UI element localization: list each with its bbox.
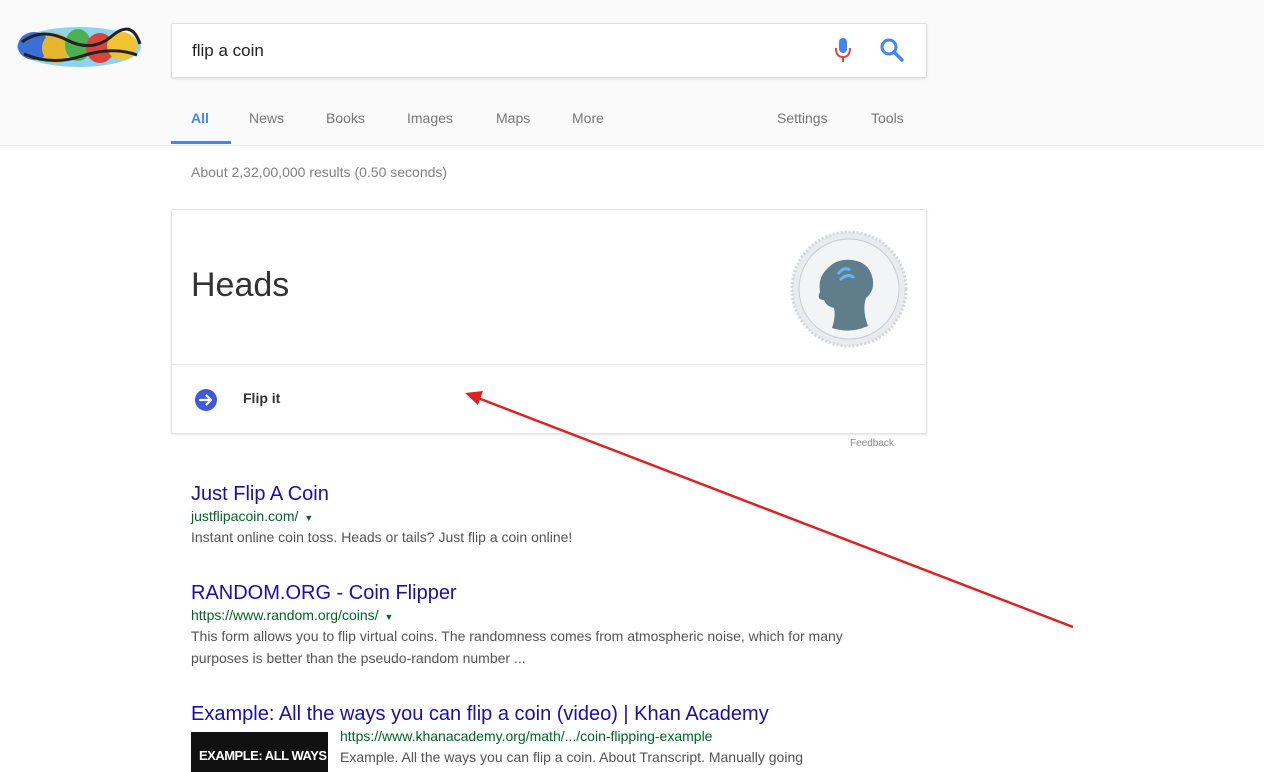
url-dropdown-icon[interactable]: ▼ [304,513,313,523]
coin-flip-card: Heads Flip it [171,209,927,434]
search-box[interactable] [171,23,927,78]
tab-books[interactable]: Books [326,110,365,126]
tab-settings[interactable]: Settings [777,110,828,126]
search-icon[interactable] [879,37,905,63]
tab-more[interactable]: More [572,110,604,126]
tab-maps[interactable]: Maps [496,110,530,126]
tab-images[interactable]: Images [407,110,453,126]
coin-result: Heads [191,266,290,304]
result-url[interactable]: https://www.khanacademy.org/math/.../coi… [340,726,712,746]
result-snippet: Instant online coin toss. Heads or tails… [191,529,573,545]
arrow-forward-icon[interactable] [194,388,218,412]
search-result: RANDOM.ORG - Coin Flipper https://www.ra… [191,581,891,669]
search-result: Just Flip A Coin justflipacoin.com/ ▼ Ins… [191,482,891,548]
video-thumbnail[interactable]: EXAMPLE: ALL WAYS [191,732,328,772]
feedback-link[interactable]: Feedback [850,438,894,449]
search-input[interactable] [190,38,794,64]
result-title[interactable]: Just Flip A Coin [191,482,891,506]
result-snippet: Example. All the ways you can flip a coi… [340,749,804,765]
result-stats: About 2,32,00,000 results (0.50 seconds) [191,164,448,180]
search-header: All News Books Images Maps More Settings… [0,0,1264,146]
microphone-icon[interactable] [832,36,854,64]
tab-news[interactable]: News [249,110,284,126]
result-url[interactable]: https://www.random.org/coins/ [191,605,379,625]
coin-heads-image [790,230,908,348]
active-tab-indicator [171,141,231,144]
result-title[interactable]: Example: All the ways you can flip a coi… [191,702,951,726]
result-title[interactable]: RANDOM.ORG - Coin Flipper [191,581,891,605]
google-doodle-logo[interactable] [12,22,147,72]
result-url[interactable]: justflipacoin.com/ [191,506,298,526]
flip-it-button[interactable]: Flip it [243,390,280,406]
result-snippet: This form allows you to flip virtual coi… [191,628,843,666]
tab-tools[interactable]: Tools [871,110,904,126]
tab-all[interactable]: All [191,110,209,126]
card-divider [172,364,926,365]
url-dropdown-icon[interactable]: ▼ [385,612,394,622]
